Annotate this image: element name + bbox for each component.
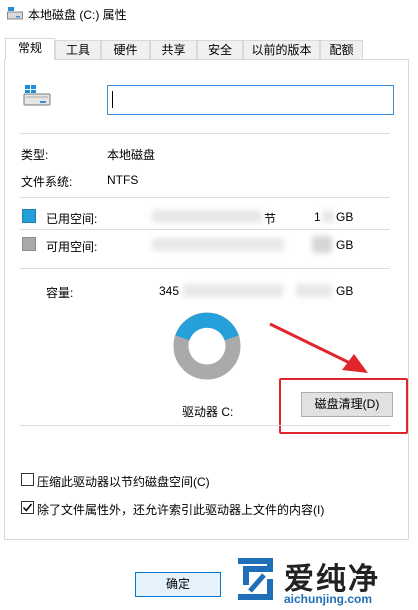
drive-icon (23, 85, 51, 106)
tab-sharing[interactable]: 共享 (150, 40, 197, 59)
separator (20, 229, 390, 230)
usage-donut (173, 312, 241, 380)
index-label: 除了文件属性外，还允许索引此驱动器上文件的内容(I) (37, 503, 325, 517)
annotation-arrow-icon (269, 322, 368, 373)
drive-title-icon (7, 7, 23, 20)
text-caret (112, 91, 113, 108)
used-space-label: 已用空间: (46, 212, 98, 226)
window-title: 本地磁盘 (C:) 属性 (28, 8, 127, 22)
redacted-capacity-gb (296, 284, 332, 297)
tab-previous-versions[interactable]: 以前的版本 (243, 40, 320, 59)
capacity-gb-unit: GB (336, 284, 354, 298)
separator (20, 268, 390, 269)
separator (20, 197, 390, 198)
tab-tools[interactable]: 工具 (55, 40, 101, 59)
tab-strip: 常规 工具 硬件 共享 安全 以前的版本 配额 (0, 38, 418, 60)
separator (20, 425, 390, 426)
redacted-free-bytes (152, 238, 284, 251)
used-gb-unit: GB (336, 210, 354, 224)
checkmark-icon (22, 503, 33, 512)
capacity-label: 容量: (46, 286, 74, 300)
ok-button[interactable]: 确定 (135, 572, 221, 597)
drive-c-label: 驱动器 C: (182, 405, 234, 419)
tab-security[interactable]: 安全 (197, 40, 243, 59)
title-bar: 本地磁盘 (C:) 属性 (0, 0, 418, 30)
filesystem-label: 文件系统: (21, 175, 73, 189)
redacted-free-gb (312, 236, 332, 253)
compress-label: 压缩此驱动器以节约磁盘空间(C) (37, 475, 210, 489)
capacity-bytes-prefix: 345 (159, 284, 180, 298)
drive-name-input[interactable] (107, 85, 394, 115)
tab-hardware[interactable]: 硬件 (101, 40, 150, 59)
redacted-capacity-bytes (183, 284, 283, 297)
separator (20, 133, 390, 134)
filesystem-value: NTFS (107, 173, 139, 187)
tab-quota[interactable]: 配额 (320, 40, 363, 59)
free-space-swatch (22, 237, 36, 251)
redacted-used-gb (322, 210, 334, 223)
type-value: 本地磁盘 (107, 148, 156, 162)
watermark-logo-icon (238, 558, 273, 600)
type-label: 类型: (21, 148, 49, 162)
watermark-url: aichunjing.com (284, 592, 373, 606)
index-checkbox[interactable] (21, 501, 34, 514)
donut-used-segment (175, 312, 239, 341)
free-space-label: 可用空间: (46, 240, 98, 254)
used-bytes-suffix: 节 (264, 212, 277, 226)
used-gb-prefix: 1 (314, 210, 321, 224)
used-space-swatch (22, 209, 36, 223)
watermark: 爱纯净 aichunjing.com (228, 552, 414, 608)
compress-checkbox[interactable] (21, 473, 34, 486)
free-gb-unit: GB (336, 238, 354, 252)
redacted-used-bytes (152, 210, 262, 223)
tab-general[interactable]: 常规 (5, 38, 55, 60)
